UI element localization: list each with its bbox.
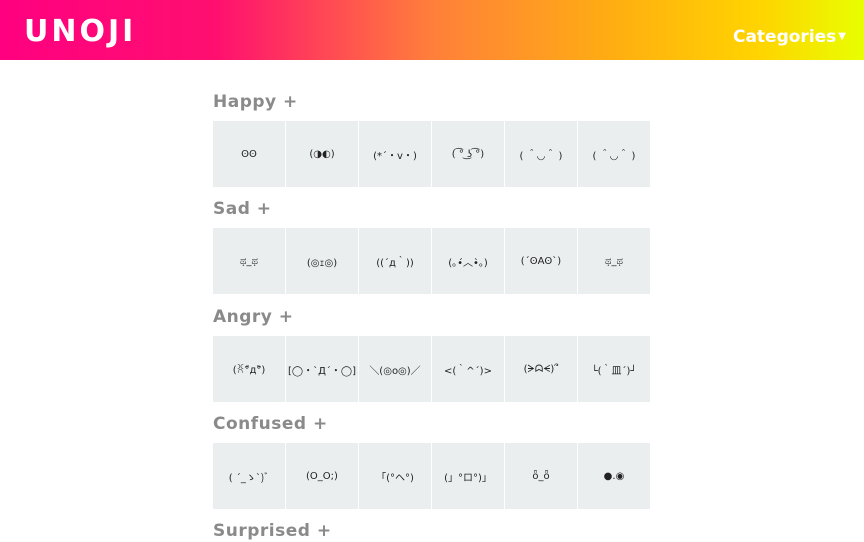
emoji-tile[interactable]: ( ＾◡＾ ) [578,121,650,187]
categories-dropdown[interactable]: Categories ▼ [733,26,846,48]
emoji-tile[interactable]: (◎ｪ◎) [286,228,358,294]
emoji-tile[interactable]: (´ʘAʘ`) [505,228,577,294]
emoji-tile[interactable]: ಥ_ಥ [213,228,285,294]
emoji-row-confused: ( ´_ゝ`)ﾞ (O_O;) 「(°ヘ°) (」°ロ°)」 ȫ_ȫ ●.◉ [213,443,651,509]
emoji-tile[interactable]: ȫ_ȫ [505,443,577,509]
emoji-tile[interactable]: ((´д｀)) [359,228,431,294]
emoji-row-sad: ಥ_ಥ (◎ｪ◎) ((´д｀)) (｡•́︿•̀｡) (´ʘAʘ`) ಥ_ಥ [213,228,651,294]
emoji-tile[interactable]: (O_O;) [286,443,358,509]
emoji-tile[interactable]: 「(°ヘ°) [359,443,431,509]
emoji-row-angry: (ꐦ°᷄д°᷅) [◯・`Д´・◯] ＼(◎o◎)／ <(｀^´)> (ᗒᗣᗕ)… [213,336,651,402]
section-title-surprised[interactable]: Surprised + [213,520,332,542]
section-title-angry[interactable]: Angry + [213,306,294,328]
section-title-sad[interactable]: Sad + [213,198,272,220]
emoji-tile[interactable]: ●.◉ [578,443,650,509]
emoji-tile[interactable]: (◑◐) [286,121,358,187]
emoji-tile[interactable]: <(｀^´)> [432,336,504,402]
emoji-tile[interactable]: [◯・`Д´・◯] [286,336,358,402]
emoji-tile[interactable]: ʘʘ [213,121,285,187]
emoji-tile[interactable]: ( ＾◡＾ ) [505,121,577,187]
categories-label: Categories [732,27,837,47]
emoji-tile[interactable]: └(｀皿´)┘ [578,336,650,402]
emoji-tile[interactable]: ಥ_ಥ [578,228,650,294]
emoji-tile[interactable]: (ᗒᗣᗕ)՞ [505,336,577,402]
section-title-confused[interactable]: Confused + [213,413,328,435]
site-header: UNOJI Categories ▼ [0,0,864,60]
emoji-tile[interactable]: (」°ロ°)」 [432,443,504,509]
emoji-row-happy: ʘʘ (◑◐) (*´・v・) ( ͡° ͜ʖ ͡°) ( ＾◡＾ ) ( ＾◡… [213,121,651,187]
chevron-down-icon: ▼ [838,31,846,42]
section-title-happy[interactable]: Happy + [213,91,298,113]
emoji-tile[interactable]: (｡•́︿•̀｡) [432,228,504,294]
emoji-tile[interactable]: ＼(◎o◎)／ [359,336,431,402]
emoji-tile[interactable]: ( ´_ゝ`)ﾞ [213,443,285,509]
emoji-tile[interactable]: (*´・v・) [359,121,431,187]
emoji-tile[interactable]: ( ͡° ͜ʖ ͡°) [432,121,504,187]
emoji-tile[interactable]: (ꐦ°᷄д°᷅) [213,336,285,402]
site-logo[interactable]: UNOJI [24,12,136,52]
